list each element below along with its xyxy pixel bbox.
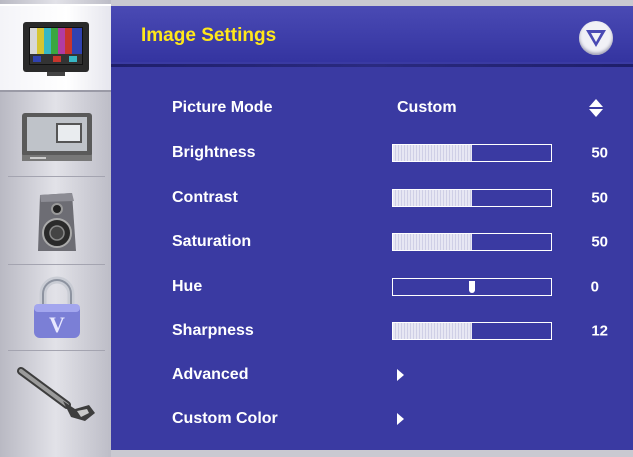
category-sidebar: V — [0, 0, 111, 457]
hue-slider[interactable] — [392, 278, 552, 296]
sharpness-value: 12 — [591, 322, 608, 340]
svg-text:V: V — [49, 312, 65, 337]
hue-value: 0 — [590, 278, 599, 296]
saturation-value: 50 — [591, 233, 608, 251]
tv-color-bars-icon — [22, 22, 89, 76]
brightness-label: Brightness — [172, 144, 256, 161]
contrast-slider[interactable] — [392, 189, 552, 207]
brightness-slider[interactable] — [392, 144, 552, 162]
saturation-slider-fill — [393, 234, 472, 250]
picture-mode-row[interactable]: Picture Mode Custom — [111, 86, 633, 130]
submenu-arrow-icon[interactable] — [397, 369, 404, 381]
picture-in-picture-monitor-icon — [21, 113, 92, 161]
brand-logo-icon — [579, 21, 613, 55]
brightness-slider-fill — [393, 145, 472, 161]
sidebar-item-setup[interactable] — [8, 356, 105, 436]
padlock-icon: V — [33, 276, 80, 338]
hue-slider-knob[interactable] — [469, 281, 475, 293]
sidebar-item-picture[interactable] — [0, 4, 111, 92]
header-divider — [111, 64, 633, 67]
custom-color-label: Custom Color — [172, 410, 278, 427]
submenu-arrow-icon[interactable] — [397, 413, 404, 425]
picture-mode-value: Custom — [397, 99, 457, 116]
osd-screen: V Image Settings Picture Mode Custom Bri… — [0, 0, 633, 457]
contrast-value: 50 — [591, 189, 608, 207]
page-title: Image Settings — [141, 25, 277, 46]
contrast-slider-fill — [393, 190, 472, 206]
sidebar-item-parental[interactable]: V — [8, 268, 105, 351]
sidebar-item-pip[interactable] — [8, 98, 105, 177]
advanced-row[interactable]: Advanced — [111, 353, 633, 397]
hue-row[interactable]: Hue 0 — [111, 265, 633, 309]
custom-color-row[interactable]: Custom Color — [111, 397, 633, 441]
contrast-label: Contrast — [172, 189, 238, 206]
sharpness-label: Sharpness — [172, 322, 254, 339]
saturation-label: Saturation — [172, 233, 252, 250]
speaker-icon — [37, 193, 76, 251]
up-down-arrows-icon[interactable] — [589, 99, 603, 117]
picture-mode-label: Picture Mode — [172, 99, 273, 116]
sidebar-item-audio[interactable] — [8, 180, 105, 265]
wrench-icon — [16, 367, 95, 421]
brightness-value: 50 — [591, 144, 608, 162]
contrast-row[interactable]: Contrast 50 — [111, 176, 633, 220]
saturation-slider[interactable] — [392, 233, 552, 251]
sharpness-slider-fill — [393, 323, 472, 339]
brightness-row[interactable]: Brightness 50 — [111, 131, 633, 175]
image-settings-panel: Image Settings Picture Mode Custom Brigh… — [111, 6, 633, 450]
sharpness-slider[interactable] — [392, 322, 552, 340]
sharpness-row[interactable]: Sharpness 12 — [111, 309, 633, 353]
advanced-label: Advanced — [172, 366, 249, 383]
panel-header: Image Settings — [111, 6, 633, 62]
hue-label: Hue — [172, 278, 203, 295]
saturation-row[interactable]: Saturation 50 — [111, 220, 633, 264]
